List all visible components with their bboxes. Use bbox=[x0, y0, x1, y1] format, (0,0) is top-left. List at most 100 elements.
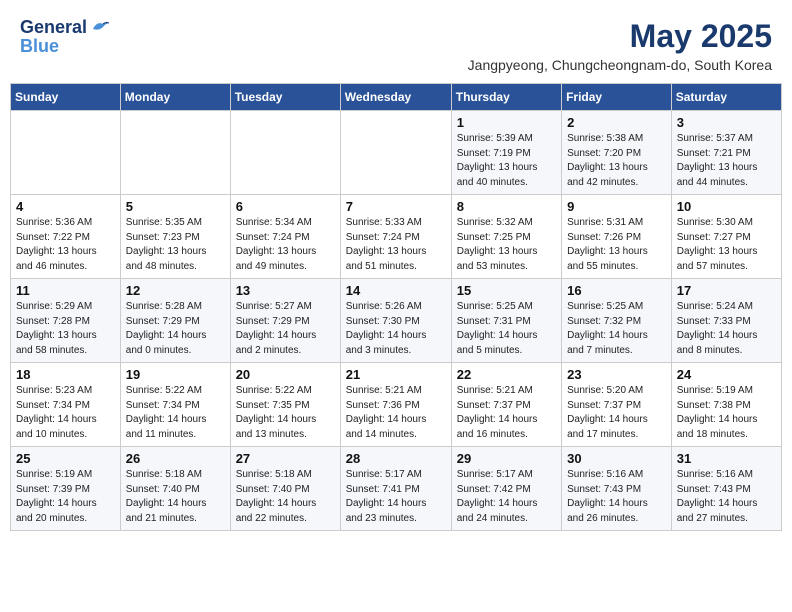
calendar-cell: 6 Sunrise: 5:34 AMSunset: 7:24 PMDayligh… bbox=[230, 195, 340, 279]
calendar-cell: 20 Sunrise: 5:22 AMSunset: 7:35 PMDaylig… bbox=[230, 363, 340, 447]
day-info: Sunrise: 5:36 AMSunset: 7:22 PMDaylight:… bbox=[16, 216, 115, 274]
calendar-cell: 7 Sunrise: 5:33 AMSunset: 7:24 PMDayligh… bbox=[340, 195, 451, 279]
calendar-cell: 27 Sunrise: 5:18 AMSunset: 7:40 PMDaylig… bbox=[230, 447, 340, 531]
day-number: 2 bbox=[567, 115, 666, 130]
day-number: 6 bbox=[236, 199, 335, 214]
calendar-cell: 9 Sunrise: 5:31 AMSunset: 7:26 PMDayligh… bbox=[562, 195, 672, 279]
day-info: Sunrise: 5:22 AMSunset: 7:35 PMDaylight:… bbox=[236, 384, 335, 442]
day-number: 4 bbox=[16, 199, 115, 214]
day-info: Sunrise: 5:18 AMSunset: 7:40 PMDaylight:… bbox=[236, 468, 335, 526]
day-info: Sunrise: 5:20 AMSunset: 7:37 PMDaylight:… bbox=[567, 384, 666, 442]
day-info: Sunrise: 5:31 AMSunset: 7:26 PMDaylight:… bbox=[567, 216, 666, 274]
day-info: Sunrise: 5:26 AMSunset: 7:30 PMDaylight:… bbox=[346, 300, 446, 358]
logo-bird-icon bbox=[89, 15, 111, 37]
day-number: 18 bbox=[16, 367, 115, 382]
day-number: 22 bbox=[457, 367, 556, 382]
calendar-table: SundayMondayTuesdayWednesdayThursdayFrid… bbox=[10, 83, 782, 531]
calendar-cell: 13 Sunrise: 5:27 AMSunset: 7:29 PMDaylig… bbox=[230, 279, 340, 363]
day-info: Sunrise: 5:32 AMSunset: 7:25 PMDaylight:… bbox=[457, 216, 556, 274]
calendar-cell: 11 Sunrise: 5:29 AMSunset: 7:28 PMDaylig… bbox=[11, 279, 121, 363]
day-number: 14 bbox=[346, 283, 446, 298]
calendar-week-row: 4 Sunrise: 5:36 AMSunset: 7:22 PMDayligh… bbox=[11, 195, 782, 279]
calendar-cell bbox=[340, 111, 451, 195]
day-info: Sunrise: 5:16 AMSunset: 7:43 PMDaylight:… bbox=[677, 468, 776, 526]
day-number: 25 bbox=[16, 451, 115, 466]
day-info: Sunrise: 5:38 AMSunset: 7:20 PMDaylight:… bbox=[567, 132, 666, 190]
day-number: 9 bbox=[567, 199, 666, 214]
day-info: Sunrise: 5:19 AMSunset: 7:38 PMDaylight:… bbox=[677, 384, 776, 442]
calendar-cell: 1 Sunrise: 5:39 AMSunset: 7:19 PMDayligh… bbox=[451, 111, 561, 195]
day-info: Sunrise: 5:29 AMSunset: 7:28 PMDaylight:… bbox=[16, 300, 115, 358]
calendar-cell: 21 Sunrise: 5:21 AMSunset: 7:36 PMDaylig… bbox=[340, 363, 451, 447]
day-number: 11 bbox=[16, 283, 115, 298]
day-info: Sunrise: 5:25 AMSunset: 7:31 PMDaylight:… bbox=[457, 300, 556, 358]
day-number: 1 bbox=[457, 115, 556, 130]
day-info: Sunrise: 5:30 AMSunset: 7:27 PMDaylight:… bbox=[677, 216, 776, 274]
title-section: May 2025 Jangpyeong, Chungcheongnam-do, … bbox=[468, 18, 772, 73]
day-number: 27 bbox=[236, 451, 335, 466]
calendar-cell: 5 Sunrise: 5:35 AMSunset: 7:23 PMDayligh… bbox=[120, 195, 230, 279]
calendar-week-row: 11 Sunrise: 5:29 AMSunset: 7:28 PMDaylig… bbox=[11, 279, 782, 363]
day-number: 17 bbox=[677, 283, 776, 298]
logo: General Blue bbox=[20, 18, 111, 57]
day-info: Sunrise: 5:37 AMSunset: 7:21 PMDaylight:… bbox=[677, 132, 776, 190]
calendar-cell: 8 Sunrise: 5:32 AMSunset: 7:25 PMDayligh… bbox=[451, 195, 561, 279]
calendar-week-row: 1 Sunrise: 5:39 AMSunset: 7:19 PMDayligh… bbox=[11, 111, 782, 195]
day-number: 31 bbox=[677, 451, 776, 466]
day-header-friday: Friday bbox=[562, 84, 672, 111]
day-info: Sunrise: 5:33 AMSunset: 7:24 PMDaylight:… bbox=[346, 216, 446, 274]
day-info: Sunrise: 5:19 AMSunset: 7:39 PMDaylight:… bbox=[16, 468, 115, 526]
day-header-wednesday: Wednesday bbox=[340, 84, 451, 111]
day-info: Sunrise: 5:39 AMSunset: 7:19 PMDaylight:… bbox=[457, 132, 556, 190]
day-info: Sunrise: 5:24 AMSunset: 7:33 PMDaylight:… bbox=[677, 300, 776, 358]
calendar-cell: 28 Sunrise: 5:17 AMSunset: 7:41 PMDaylig… bbox=[340, 447, 451, 531]
day-info: Sunrise: 5:27 AMSunset: 7:29 PMDaylight:… bbox=[236, 300, 335, 358]
day-header-monday: Monday bbox=[120, 84, 230, 111]
calendar-cell: 29 Sunrise: 5:17 AMSunset: 7:42 PMDaylig… bbox=[451, 447, 561, 531]
calendar-cell: 4 Sunrise: 5:36 AMSunset: 7:22 PMDayligh… bbox=[11, 195, 121, 279]
day-info: Sunrise: 5:35 AMSunset: 7:23 PMDaylight:… bbox=[126, 216, 225, 274]
day-info: Sunrise: 5:18 AMSunset: 7:40 PMDaylight:… bbox=[126, 468, 225, 526]
calendar-cell: 15 Sunrise: 5:25 AMSunset: 7:31 PMDaylig… bbox=[451, 279, 561, 363]
day-info: Sunrise: 5:17 AMSunset: 7:42 PMDaylight:… bbox=[457, 468, 556, 526]
day-info: Sunrise: 5:25 AMSunset: 7:32 PMDaylight:… bbox=[567, 300, 666, 358]
calendar-cell: 3 Sunrise: 5:37 AMSunset: 7:21 PMDayligh… bbox=[671, 111, 781, 195]
day-number: 3 bbox=[677, 115, 776, 130]
day-number: 5 bbox=[126, 199, 225, 214]
day-info: Sunrise: 5:23 AMSunset: 7:34 PMDaylight:… bbox=[16, 384, 115, 442]
day-number: 30 bbox=[567, 451, 666, 466]
calendar-cell: 18 Sunrise: 5:23 AMSunset: 7:34 PMDaylig… bbox=[11, 363, 121, 447]
day-header-tuesday: Tuesday bbox=[230, 84, 340, 111]
calendar-cell: 2 Sunrise: 5:38 AMSunset: 7:20 PMDayligh… bbox=[562, 111, 672, 195]
day-number: 7 bbox=[346, 199, 446, 214]
day-number: 21 bbox=[346, 367, 446, 382]
calendar-cell: 19 Sunrise: 5:22 AMSunset: 7:34 PMDaylig… bbox=[120, 363, 230, 447]
day-number: 28 bbox=[346, 451, 446, 466]
day-number: 8 bbox=[457, 199, 556, 214]
calendar-cell: 26 Sunrise: 5:18 AMSunset: 7:40 PMDaylig… bbox=[120, 447, 230, 531]
day-number: 13 bbox=[236, 283, 335, 298]
day-number: 20 bbox=[236, 367, 335, 382]
calendar-cell bbox=[120, 111, 230, 195]
calendar-cell: 23 Sunrise: 5:20 AMSunset: 7:37 PMDaylig… bbox=[562, 363, 672, 447]
calendar-week-row: 25 Sunrise: 5:19 AMSunset: 7:39 PMDaylig… bbox=[11, 447, 782, 531]
day-info: Sunrise: 5:21 AMSunset: 7:37 PMDaylight:… bbox=[457, 384, 556, 442]
day-info: Sunrise: 5:21 AMSunset: 7:36 PMDaylight:… bbox=[346, 384, 446, 442]
day-number: 23 bbox=[567, 367, 666, 382]
day-number: 24 bbox=[677, 367, 776, 382]
calendar-cell: 17 Sunrise: 5:24 AMSunset: 7:33 PMDaylig… bbox=[671, 279, 781, 363]
calendar-cell bbox=[230, 111, 340, 195]
logo-blue-text: Blue bbox=[20, 36, 59, 57]
calendar-cell: 31 Sunrise: 5:16 AMSunset: 7:43 PMDaylig… bbox=[671, 447, 781, 531]
day-number: 16 bbox=[567, 283, 666, 298]
calendar-cell: 30 Sunrise: 5:16 AMSunset: 7:43 PMDaylig… bbox=[562, 447, 672, 531]
day-info: Sunrise: 5:28 AMSunset: 7:29 PMDaylight:… bbox=[126, 300, 225, 358]
calendar-cell: 22 Sunrise: 5:21 AMSunset: 7:37 PMDaylig… bbox=[451, 363, 561, 447]
day-header-saturday: Saturday bbox=[671, 84, 781, 111]
calendar-cell: 10 Sunrise: 5:30 AMSunset: 7:27 PMDaylig… bbox=[671, 195, 781, 279]
day-number: 12 bbox=[126, 283, 225, 298]
calendar-cell: 24 Sunrise: 5:19 AMSunset: 7:38 PMDaylig… bbox=[671, 363, 781, 447]
day-number: 26 bbox=[126, 451, 225, 466]
day-info: Sunrise: 5:16 AMSunset: 7:43 PMDaylight:… bbox=[567, 468, 666, 526]
day-number: 19 bbox=[126, 367, 225, 382]
